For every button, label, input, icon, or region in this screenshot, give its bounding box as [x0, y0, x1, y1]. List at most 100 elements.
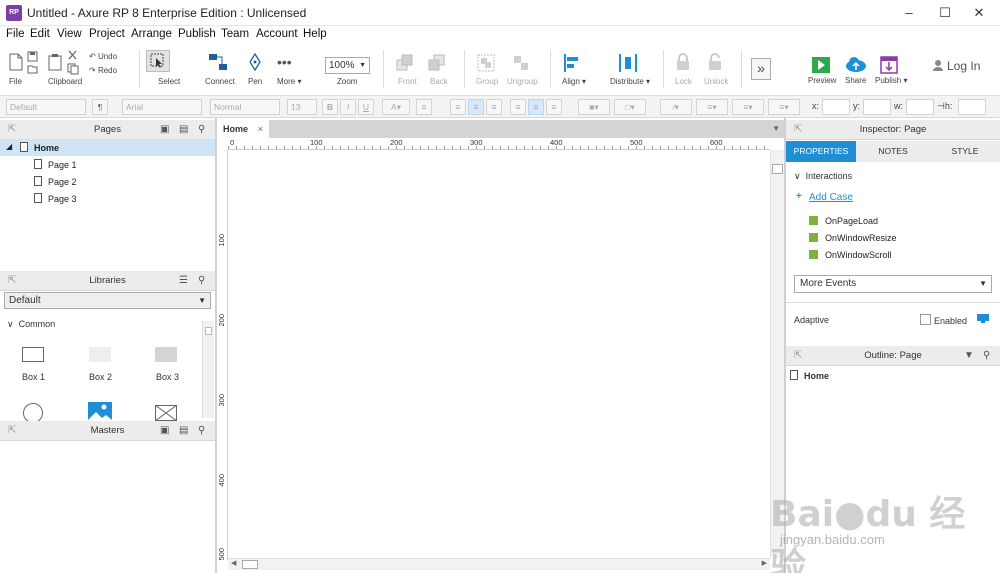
align-middle-icon[interactable]: ≡: [528, 99, 544, 115]
add-case-link[interactable]: Add Case: [809, 192, 853, 203]
outline-root[interactable]: Home: [790, 370, 829, 381]
horizontal-scrollbar[interactable]: ◀ ▶: [228, 558, 770, 570]
open-folder-icon[interactable]: [27, 64, 38, 74]
page-item-3[interactable]: Page 3: [0, 190, 215, 207]
send-back-icon[interactable]: [428, 54, 446, 72]
event-onwindowresize[interactable]: OnWindowResize: [809, 233, 897, 243]
fill-color-button[interactable]: ■▾: [578, 99, 610, 115]
add-page-icon[interactable]: ▣: [160, 124, 169, 135]
event-onwindowscroll[interactable]: OnWindowScroll: [809, 250, 892, 260]
bullet-list-icon[interactable]: ≡: [416, 99, 432, 115]
align-top-icon[interactable]: ≡: [510, 99, 526, 115]
search-icon[interactable]: ⚲: [198, 124, 205, 135]
line-width-button[interactable]: ≡▾: [696, 99, 728, 115]
connect-icon[interactable]: [207, 52, 229, 72]
menu-view[interactable]: View: [57, 28, 82, 40]
box1-widget-icon[interactable]: [22, 347, 44, 362]
align-center-icon[interactable]: ≡: [468, 99, 484, 115]
arrow-style-button[interactable]: ≡▾: [768, 99, 800, 115]
more-label[interactable]: More ▾: [277, 77, 301, 86]
enabled-checkbox[interactable]: [920, 314, 931, 325]
preview-icon[interactable]: [812, 57, 830, 73]
ellipse-widget-icon[interactable]: [23, 403, 43, 423]
menu-account[interactable]: Account: [256, 28, 298, 40]
align-right-icon[interactable]: ≡: [486, 99, 502, 115]
line-color-button[interactable]: ∕▾: [660, 99, 692, 115]
filter-icon[interactable]: ▼: [964, 350, 974, 361]
page-item-home[interactable]: ◢ Home: [0, 139, 215, 156]
group-icon[interactable]: [477, 54, 495, 72]
image-widget-icon[interactable]: [88, 402, 112, 420]
align-left-icon[interactable]: ≡: [450, 99, 466, 115]
menu-project[interactable]: Project: [89, 28, 125, 40]
adaptive-views-icon[interactable]: [977, 314, 989, 324]
design-canvas[interactable]: [228, 150, 770, 558]
close-button[interactable]: ✕: [956, 0, 1000, 26]
login-button[interactable]: Log In: [947, 59, 980, 73]
search-icon[interactable]: ⚲: [983, 350, 990, 361]
ungroup-icon[interactable]: [512, 54, 530, 72]
menu-publish[interactable]: Publish: [178, 28, 216, 40]
publish-icon[interactable]: [880, 56, 898, 74]
page-item-2[interactable]: Page 2: [0, 173, 215, 190]
italic-button[interactable]: I: [340, 99, 356, 115]
close-tab-icon[interactable]: ×: [258, 120, 263, 138]
zoom-select[interactable]: 100% ▼: [325, 57, 370, 74]
align-icon[interactable]: [562, 53, 580, 73]
undo-button[interactable]: ↶ Undo: [89, 52, 117, 61]
menu-arrange[interactable]: Arrange: [131, 28, 172, 40]
select-button[interactable]: [146, 50, 170, 72]
publish-label[interactable]: Publish ▾: [875, 76, 907, 85]
menu-file[interactable]: File: [6, 28, 25, 40]
menu-icon[interactable]: ☰: [179, 275, 188, 286]
share-icon[interactable]: [845, 56, 867, 73]
library-select[interactable]: Default ▼: [4, 292, 211, 309]
tab-home[interactable]: Home ×: [217, 120, 269, 138]
unlock-icon[interactable]: [708, 53, 722, 71]
library-group-common[interactable]: ∨ Common: [7, 319, 55, 330]
paste-icon[interactable]: [48, 53, 64, 71]
align-bottom-icon[interactable]: ≡: [546, 99, 562, 115]
weight-select[interactable]: Normal: [210, 99, 280, 115]
file-icon[interactable]: [9, 53, 23, 71]
shadow-button[interactable]: □▾: [614, 99, 646, 115]
search-icon[interactable]: ⚲: [198, 425, 205, 436]
more-icon[interactable]: •••: [277, 54, 292, 70]
line-style-button[interactable]: ≡▾: [732, 99, 764, 115]
tab-menu-icon[interactable]: ▼: [772, 124, 780, 133]
event-onpageload[interactable]: OnPageLoad: [809, 216, 878, 226]
add-master-icon[interactable]: ▣: [160, 425, 169, 436]
align-label[interactable]: Align ▾: [562, 77, 586, 86]
search-icon[interactable]: ⚲: [198, 275, 205, 286]
x-input[interactable]: [822, 99, 850, 115]
bring-front-icon[interactable]: [396, 54, 414, 72]
tab-properties[interactable]: PROPERTIES: [786, 141, 856, 162]
size-select[interactable]: 13: [287, 99, 317, 115]
menu-edit[interactable]: Edit: [30, 28, 50, 40]
cut-icon[interactable]: [67, 50, 78, 61]
menu-help[interactable]: Help: [303, 28, 327, 40]
expand-toolbar-button[interactable]: »: [751, 58, 771, 80]
more-events-select[interactable]: More Events ▼: [794, 275, 992, 293]
bold-button[interactable]: B: [322, 99, 338, 115]
lock-icon[interactable]: [676, 53, 690, 71]
redo-button[interactable]: ↷ Redo: [89, 66, 117, 75]
add-folder-icon[interactable]: ▤: [179, 124, 188, 135]
menu-team[interactable]: Team: [221, 28, 249, 40]
interactions-section[interactable]: ∨ Interactions: [794, 171, 852, 182]
page-item-1[interactable]: Page 1: [0, 156, 215, 173]
add-folder-icon[interactable]: ▤: [179, 425, 188, 436]
font-select[interactable]: Arial: [122, 99, 202, 115]
underline-button[interactable]: U: [358, 99, 374, 115]
y-input[interactable]: [863, 99, 891, 115]
w-input[interactable]: [906, 99, 934, 115]
style-select[interactable]: Default: [6, 99, 86, 115]
pen-icon[interactable]: [247, 52, 263, 72]
tab-style[interactable]: STYLE: [930, 141, 1000, 162]
copy-icon[interactable]: [67, 63, 79, 75]
tab-notes[interactable]: NOTES: [858, 141, 928, 162]
box2-widget-icon[interactable]: [89, 347, 111, 362]
box3-widget-icon[interactable]: [155, 347, 177, 362]
library-scrollbar[interactable]: [202, 321, 214, 418]
placeholder-widget-icon[interactable]: [155, 405, 177, 421]
